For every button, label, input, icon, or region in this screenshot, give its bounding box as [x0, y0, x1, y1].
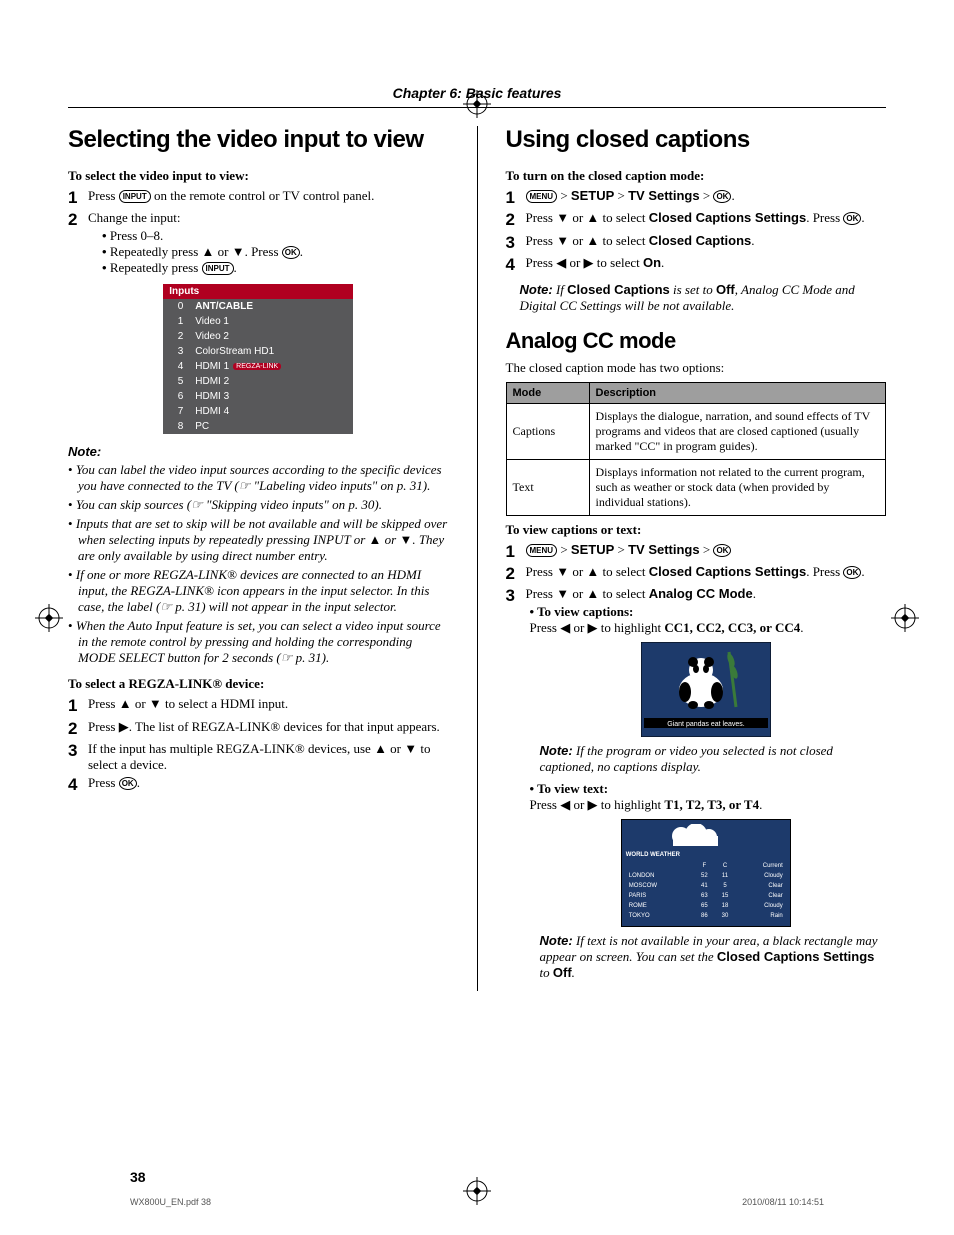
page: Chapter 6: Basic features Selecting the …: [0, 0, 954, 1235]
step-1: 1Press ▲ or ▼ to select a HDMI input.: [68, 696, 449, 716]
footer-left: WX800U_EN.pdf 38: [130, 1197, 211, 1207]
inputs-row: 7HDMI 4: [163, 404, 353, 419]
table-row: TextDisplays information not related to …: [506, 459, 886, 515]
steps-cc: 1 MENU > SETUP > TV Settings > OK. 2 Pre…: [506, 188, 887, 276]
crop-mark-icon: [891, 604, 919, 632]
inputs-row: 2Video 2: [163, 329, 353, 344]
inputs-header: Inputs: [163, 284, 353, 299]
weather-row: LONDON5211Cloudy: [628, 872, 784, 880]
step-4: 4Press OK.: [68, 775, 449, 795]
steps-view: 1 MENU > SETUP > TV Settings > OK 2 Pres…: [506, 542, 887, 988]
ok-button-icon: OK: [713, 544, 731, 557]
step-4: 4 Press ◀ or ▶ to select On.: [506, 255, 887, 275]
heading-select-input: Selecting the video input to view: [68, 126, 449, 154]
step-2: 2Press ▶. The list of REGZA-LINK® device…: [68, 719, 449, 739]
weather-row: PARIS6315Clear: [628, 892, 784, 900]
ok-button-icon: OK: [282, 246, 300, 259]
weather-row: ROME6518Cloudy: [628, 902, 784, 910]
note-label: Note:: [68, 444, 449, 459]
note-item: When the Auto Input feature is set, you …: [68, 618, 449, 666]
right-column: Using closed captions To turn on the clo…: [506, 126, 887, 991]
col-mode: Mode: [506, 382, 589, 403]
menu-button-icon: MENU: [526, 190, 558, 203]
inputs-row: 6HDMI 3: [163, 389, 353, 404]
ok-button-icon: OK: [843, 212, 861, 225]
input-button-icon: INPUT: [202, 262, 234, 275]
weather-row: MOSCOW415Clear: [628, 882, 784, 890]
mode-table: ModeDescription CaptionsDisplays the dia…: [506, 382, 887, 516]
crop-mark-icon: [463, 90, 491, 118]
step-1: 1 MENU > SETUP > TV Settings > OK: [506, 542, 887, 562]
notes-list: You can label the video input sources ac…: [68, 462, 449, 666]
heading-analog-cc: Analog CC mode: [506, 328, 887, 354]
lead-regza: To select a REGZA-LINK® device:: [68, 676, 449, 692]
note-item: If one or more REGZA-LINK® devices are c…: [68, 567, 449, 615]
step-3: 3 Press ▼ or ▲ to select Analog CC Mode.…: [506, 586, 887, 987]
note-text-na: Note: If text is not available in your a…: [540, 933, 887, 981]
panda-figure: Giant pandas eat leaves.: [641, 642, 771, 737]
ok-button-icon: OK: [119, 777, 137, 790]
page-number: 38: [130, 1169, 146, 1185]
footer-right: 2010/08/11 10:14:51: [742, 1197, 824, 1207]
note-item: You can label the video input sources ac…: [68, 462, 449, 494]
sub-item: Press 0–8.: [102, 228, 449, 244]
regza-link-badge: REGZA-LINK: [233, 363, 281, 370]
ok-button-icon: OK: [713, 190, 731, 203]
step-1: 1 MENU > SETUP > TV Settings > OK.: [506, 188, 887, 208]
inputs-row: 1Video 1: [163, 314, 353, 329]
inputs-osd-figure: Inputs 0ANT/CABLE 1Video 1 2Video 2 3Col…: [163, 284, 353, 434]
svg-text:Giant pandas eat leaves.: Giant pandas eat leaves.: [667, 721, 744, 728]
content-columns: Selecting the video input to view To sel…: [68, 126, 886, 991]
inputs-row: 3ColorStream HD1: [163, 344, 353, 359]
ok-button-icon: OK: [843, 566, 861, 579]
steps-regza: 1Press ▲ or ▼ to select a HDMI input. 2P…: [68, 696, 449, 795]
step-1: 1 Press INPUT on the remote control or T…: [68, 188, 449, 208]
lead-cc: To turn on the closed caption mode:: [506, 168, 887, 184]
analog-sub: The closed caption mode has two options:: [506, 360, 887, 376]
note-cc-off: Note: If Closed Captions is set to Off, …: [520, 282, 887, 314]
weather-row: TOKYO8630Rain: [628, 912, 784, 920]
col-desc: Description: [589, 382, 886, 403]
weather-figure: WORLD WEATHER FCCurrent LONDON5211Cloudy…: [621, 819, 791, 927]
step-2: 2 Press ▼ or ▲ to select Closed Captions…: [506, 210, 887, 230]
sub-item: To view text: Press ◀ or ▶ to highlight …: [530, 781, 887, 813]
inputs-row: 0ANT/CABLE: [163, 299, 353, 314]
steps-select-input: 1 Press INPUT on the remote control or T…: [68, 188, 449, 278]
table-row: CaptionsDisplays the dialogue, narration…: [506, 403, 886, 459]
inputs-row: 8PC: [163, 419, 353, 434]
inputs-row: 5HDMI 2: [163, 374, 353, 389]
lead-select-input: To select the video input to view:: [68, 168, 449, 184]
step-3: 3If the input has multiple REGZA-LINK® d…: [68, 741, 449, 773]
step-2: 2 Press ▼ or ▲ to select Closed Captions…: [506, 564, 887, 584]
left-column: Selecting the video input to view To sel…: [68, 126, 449, 991]
step-2-sub: Press 0–8. Repeatedly press ▲ or ▼. Pres…: [88, 228, 449, 276]
note-item: You can skip sources (☞ "Skipping video …: [68, 497, 449, 513]
menu-button-icon: MENU: [526, 544, 558, 557]
column-divider: [477, 126, 478, 991]
input-button-icon: INPUT: [119, 190, 151, 203]
step-3: 3 Press ▼ or ▲ to select Closed Captions…: [506, 233, 887, 253]
heading-closed-captions: Using closed captions: [506, 126, 887, 154]
step-2: 2 Change the input: Press 0–8. Repeatedl…: [68, 210, 449, 278]
note-captions: Note: If the program or video you select…: [540, 743, 887, 775]
inputs-row: 4HDMI 1REGZA-LINK: [163, 359, 353, 374]
crop-mark-icon: [463, 1177, 491, 1205]
lead-view: To view captions or text:: [506, 522, 887, 538]
sub-item: Repeatedly press ▲ or ▼. Press OK.: [102, 244, 449, 260]
note-item: Inputs that are set to skip will be not …: [68, 516, 449, 564]
crop-mark-icon: [35, 604, 63, 632]
sub-item: Repeatedly press INPUT.: [102, 260, 449, 276]
sub-item: To view captions: Press ◀ or ▶ to highli…: [530, 604, 887, 636]
